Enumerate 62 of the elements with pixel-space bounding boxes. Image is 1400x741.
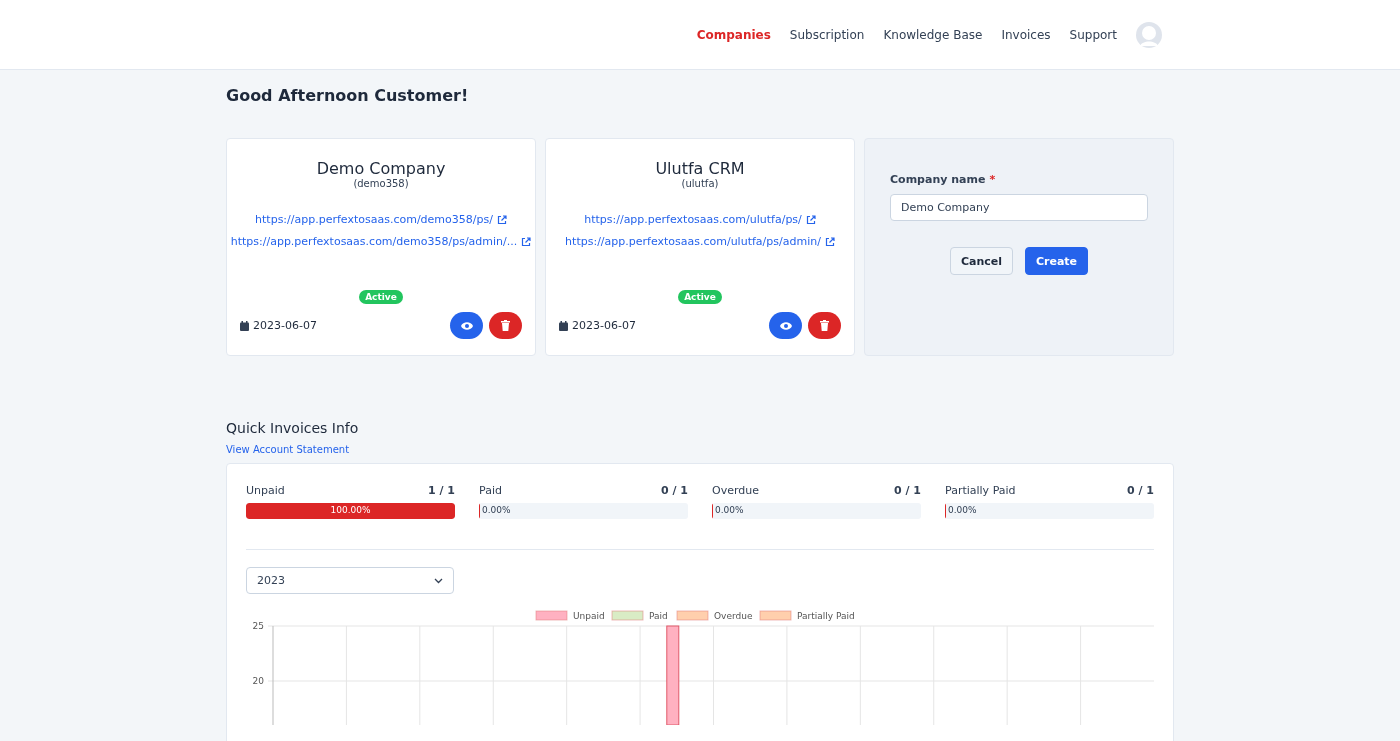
required-mark: * (989, 173, 996, 186)
axis-tick-label: 20 (252, 676, 264, 686)
legend-item[interactable]: Unpaid (535, 610, 605, 621)
stat-label: Paid (479, 484, 502, 497)
legend-item[interactable]: Overdue (676, 610, 753, 621)
delete-button[interactable] (489, 312, 522, 339)
progress-reading: 0.00% (715, 505, 744, 515)
company-link[interactable]: https://app.perfextosaas.com/demo358/ps/admin/... (230, 235, 532, 248)
year-select[interactable]: 2023 (246, 567, 454, 594)
company-link[interactable]: https://app.perfextosaas.com/demo358/ps/ (255, 213, 507, 226)
legend-label: Paid (649, 611, 668, 621)
field-label: Company name (890, 173, 986, 186)
statement-link[interactable]: View Account Statement (226, 444, 350, 455)
stat-label: Overdue (712, 484, 759, 497)
external-link-icon (496, 214, 507, 225)
status-badge: Active (678, 290, 722, 304)
nav-link[interactable]: Subscription (789, 27, 865, 42)
legend-label: Partially Paid (797, 611, 855, 621)
stat-count: 0 / 1 (661, 484, 688, 497)
nav-link[interactable]: Support (1069, 27, 1117, 42)
stat-count: 0 / 1 (894, 484, 921, 497)
nav-link[interactable]: Invoices (1001, 27, 1051, 42)
create-button[interactable]: Create (1025, 247, 1089, 275)
eye-icon (460, 321, 473, 330)
axis-tick-label: 25 (252, 621, 264, 631)
external-link-icon (521, 236, 532, 247)
calendar-icon (559, 320, 568, 331)
trash-icon (820, 320, 829, 331)
cancel-button[interactable]: Cancel (949, 247, 1013, 275)
company-name-input[interactable]: Demo Company (890, 194, 1148, 221)
created-date: 2023-06-07 (559, 319, 636, 332)
greeting-title: Good Afternoon Customer! (226, 86, 470, 105)
legend-label: Unpaid (573, 611, 605, 621)
legend-item[interactable]: Partially Paid (759, 610, 855, 621)
calendar-icon (240, 320, 249, 331)
stat-count: 1 / 1 (428, 484, 455, 497)
trash-icon (501, 320, 510, 331)
status-badge: Active (359, 290, 403, 304)
view-button[interactable] (450, 312, 483, 339)
stat-label: Partially Paid (945, 484, 1016, 497)
progress-reading: 100.00% (329, 505, 372, 515)
created-date: 2023-06-07 (240, 319, 317, 332)
progress-reading: 0.00% (482, 505, 511, 515)
section-title: Quick Invoices Info (226, 420, 360, 436)
eye-icon (779, 321, 792, 330)
progress-reading: 0.00% (948, 505, 977, 515)
external-link-icon (824, 236, 835, 247)
company-link[interactable]: https://app.perfextosaas.com/ulutfa/ps/ (584, 213, 816, 226)
delete-button[interactable] (808, 312, 841, 339)
company-name: Demo Company (316, 159, 446, 178)
company-slug: (demo358) (353, 178, 409, 189)
stat-label: Unpaid (246, 484, 285, 497)
stat-count: 0 / 1 (1127, 484, 1154, 497)
external-link-icon (805, 214, 816, 225)
nav-link[interactable]: Knowledge Base (883, 27, 983, 42)
view-button[interactable] (769, 312, 802, 339)
legend-label: Overdue (714, 611, 753, 621)
company-slug: (ulutfa) (681, 178, 719, 189)
company-name: Ulutfa CRM (655, 159, 745, 178)
chevron-down-icon (434, 577, 443, 584)
nav-link[interactable]: Companies (696, 27, 771, 42)
company-link[interactable]: https://app.perfextosaas.com/ulutfa/ps/admin/ (565, 235, 835, 248)
